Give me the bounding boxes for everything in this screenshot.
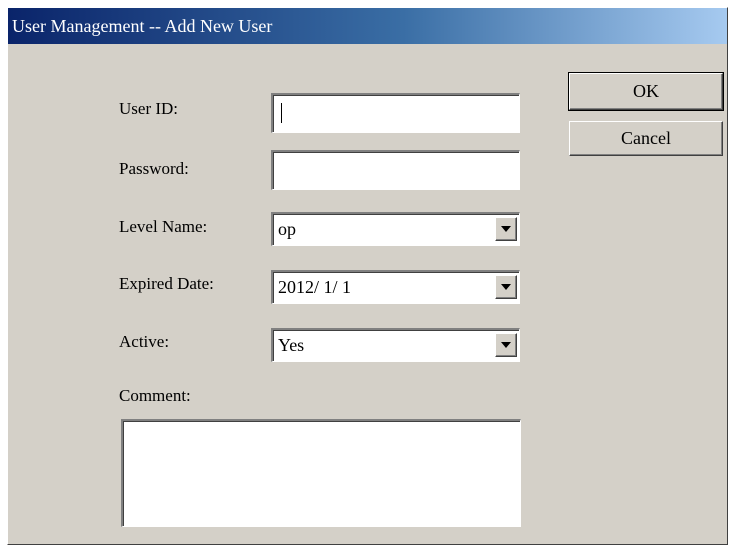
active-select[interactable]: Yes bbox=[271, 328, 520, 362]
cancel-button[interactable]: Cancel bbox=[569, 121, 723, 156]
level-name-dropdown-button[interactable] bbox=[495, 217, 517, 241]
dialog-title: User Management -- Add New User bbox=[12, 16, 273, 36]
comment-label: Comment: bbox=[119, 386, 191, 405]
active-dropdown-button[interactable] bbox=[495, 333, 517, 357]
text-caret bbox=[281, 103, 282, 123]
level-name-select[interactable]: op bbox=[271, 212, 520, 246]
password-input[interactable] bbox=[271, 150, 520, 190]
user-id-input[interactable] bbox=[271, 93, 520, 133]
expired-date-dropdown-button[interactable] bbox=[495, 275, 517, 299]
password-label: Password: bbox=[119, 159, 189, 178]
expired-date-value: 2012/ 1/ 1 bbox=[278, 277, 352, 297]
chevron-down-icon bbox=[501, 226, 511, 232]
active-label: Active: bbox=[119, 332, 170, 351]
expired-date-picker[interactable]: 2012/ 1/ 1 bbox=[271, 270, 520, 304]
level-name-value: op bbox=[278, 219, 296, 239]
dialog-title-bar[interactable]: User Management -- Add New User bbox=[8, 8, 727, 44]
chevron-down-icon bbox=[501, 342, 511, 348]
active-value: Yes bbox=[278, 335, 305, 355]
add-user-dialog: User Management -- Add New User User ID:… bbox=[7, 7, 728, 545]
user-id-label: User ID: bbox=[119, 99, 179, 118]
ok-button[interactable]: OK bbox=[568, 72, 724, 111]
comment-textarea[interactable] bbox=[121, 419, 521, 527]
expired-date-label: Expired Date: bbox=[119, 274, 214, 293]
chevron-down-icon bbox=[501, 284, 511, 290]
level-name-label: Level Name: bbox=[119, 217, 208, 236]
